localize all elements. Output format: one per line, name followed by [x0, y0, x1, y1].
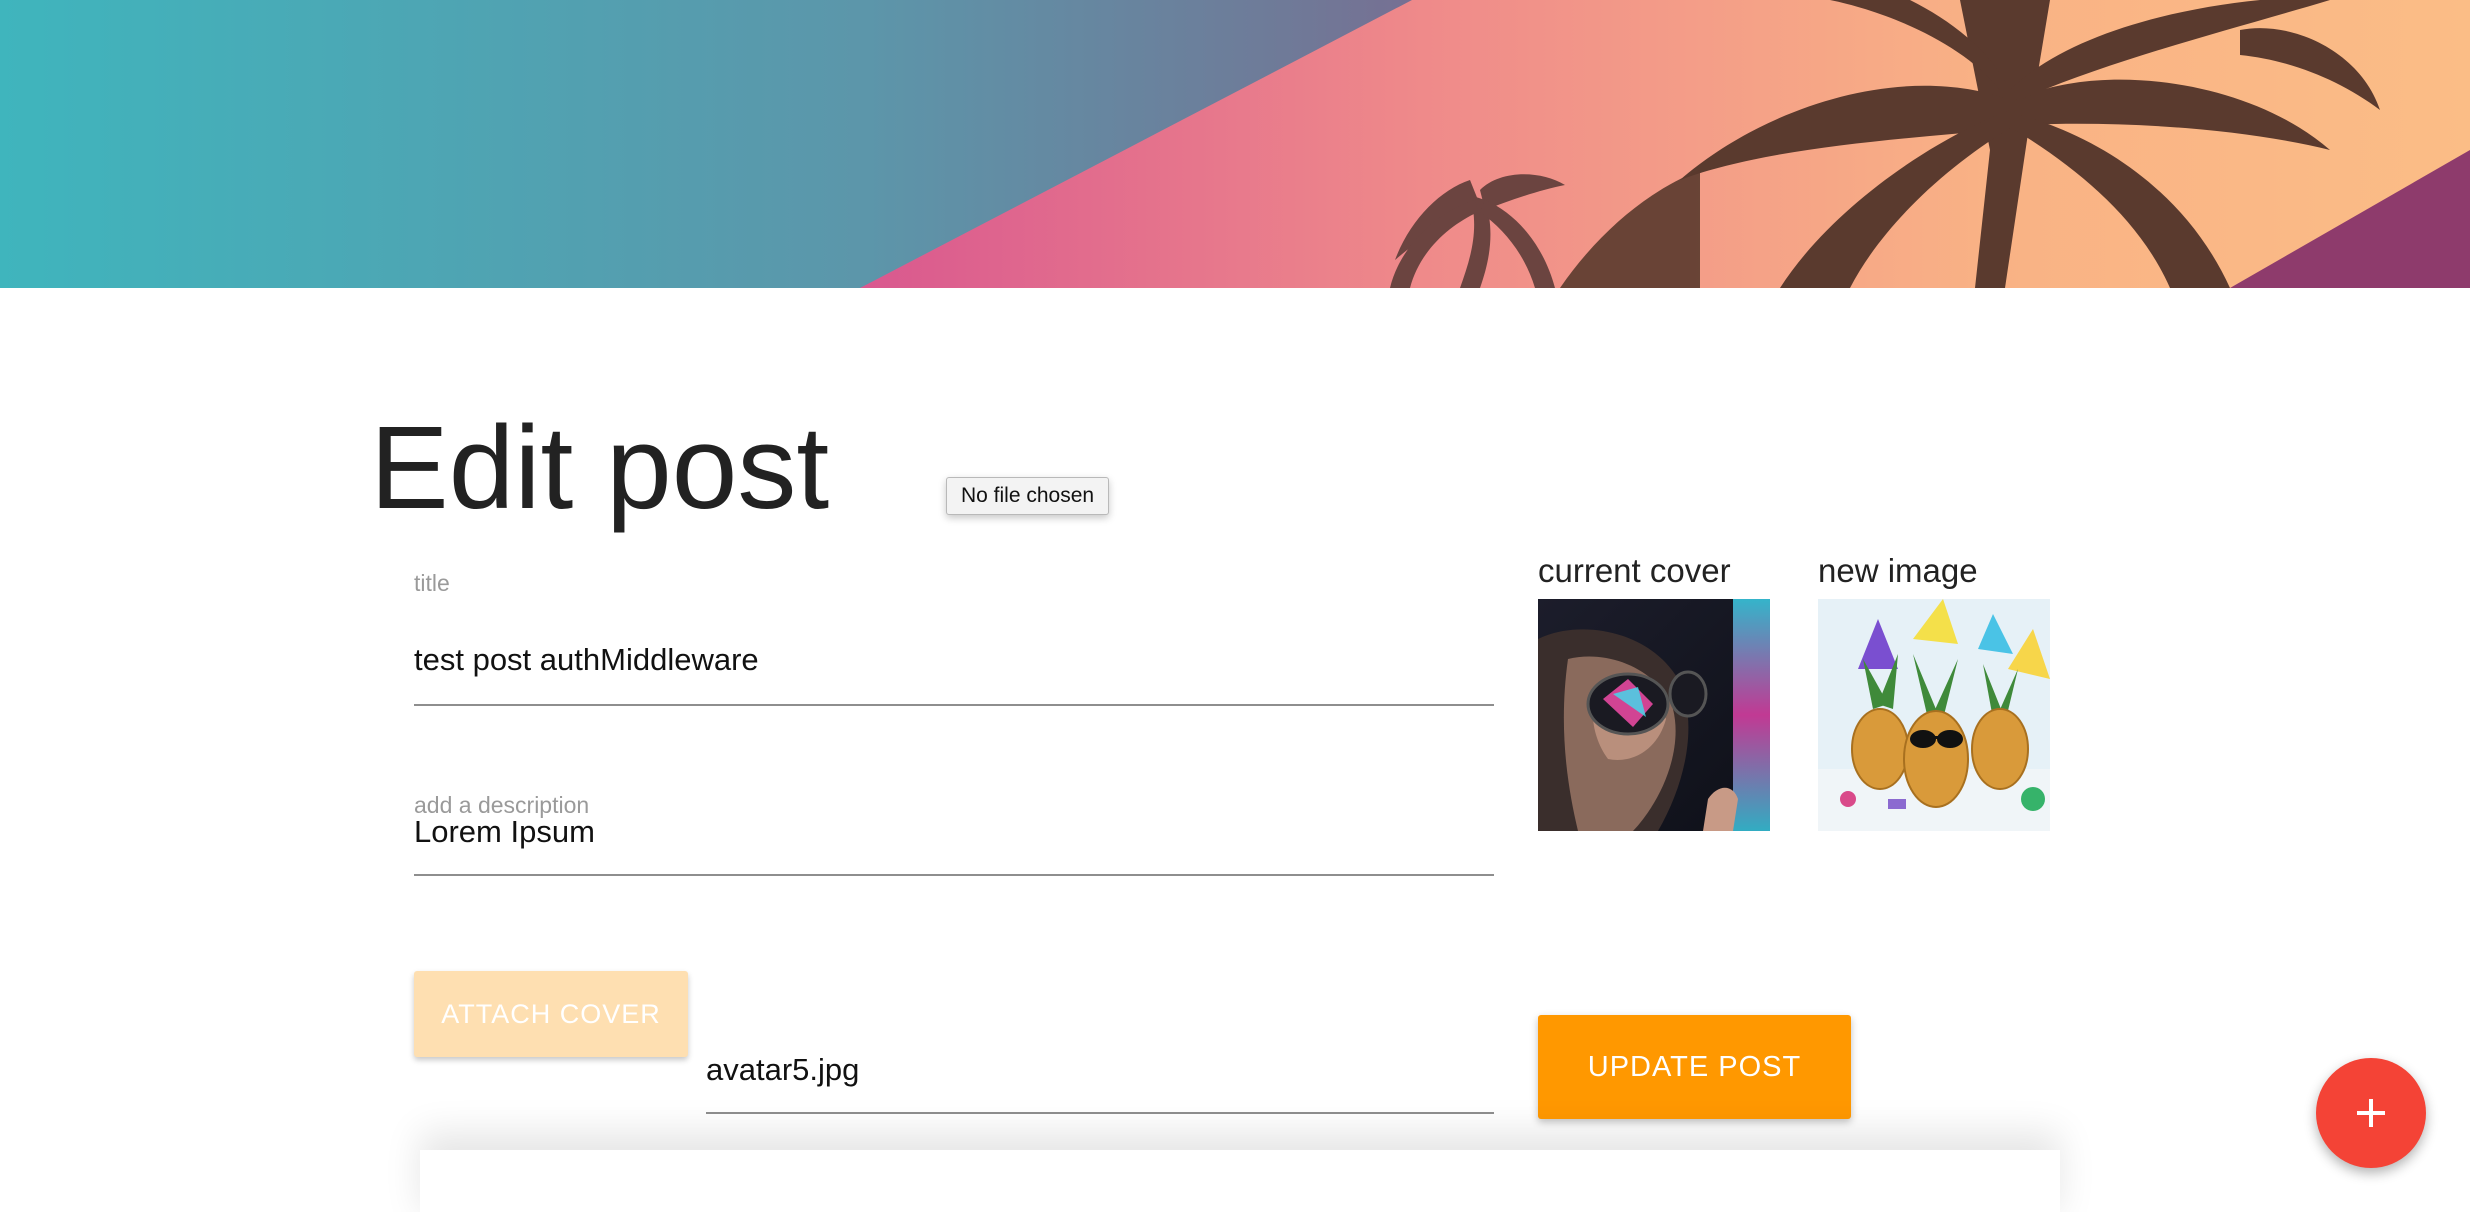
description-field-value[interactable]: Lorem Ipsum [414, 814, 595, 850]
add-post-fab[interactable] [2316, 1058, 2426, 1168]
palm-tree-illustration [860, 0, 2470, 288]
page-title: Edit post [370, 402, 830, 534]
current-cover-label: current cover [1538, 552, 1731, 589]
edit-post-page: Edit post No file chosen title test post… [0, 0, 2470, 1212]
title-field[interactable]: title test post authMiddleware [414, 570, 1494, 706]
new-image-preview [1818, 599, 2050, 831]
attach-cover-button[interactable]: ATTACH COVER [414, 971, 688, 1057]
update-post-button[interactable]: UPDATE POST [1538, 1015, 1851, 1119]
plus-icon [2357, 1099, 2385, 1127]
file-name-field[interactable]: avatar5.jpg [706, 1040, 1494, 1114]
title-field-label: title [414, 570, 450, 596]
title-field-value[interactable]: test post authMiddleware [414, 642, 759, 678]
card-bottom-edge [420, 1150, 2060, 1212]
file-name-value[interactable]: avatar5.jpg [706, 1052, 859, 1088]
new-image-label: new image [1818, 552, 1978, 589]
description-field[interactable]: add a description Lorem Ipsum [414, 790, 1494, 876]
file-input-status[interactable]: No file chosen [946, 477, 1110, 515]
current-cover-image [1538, 599, 1770, 831]
hero-banner [0, 0, 2470, 288]
